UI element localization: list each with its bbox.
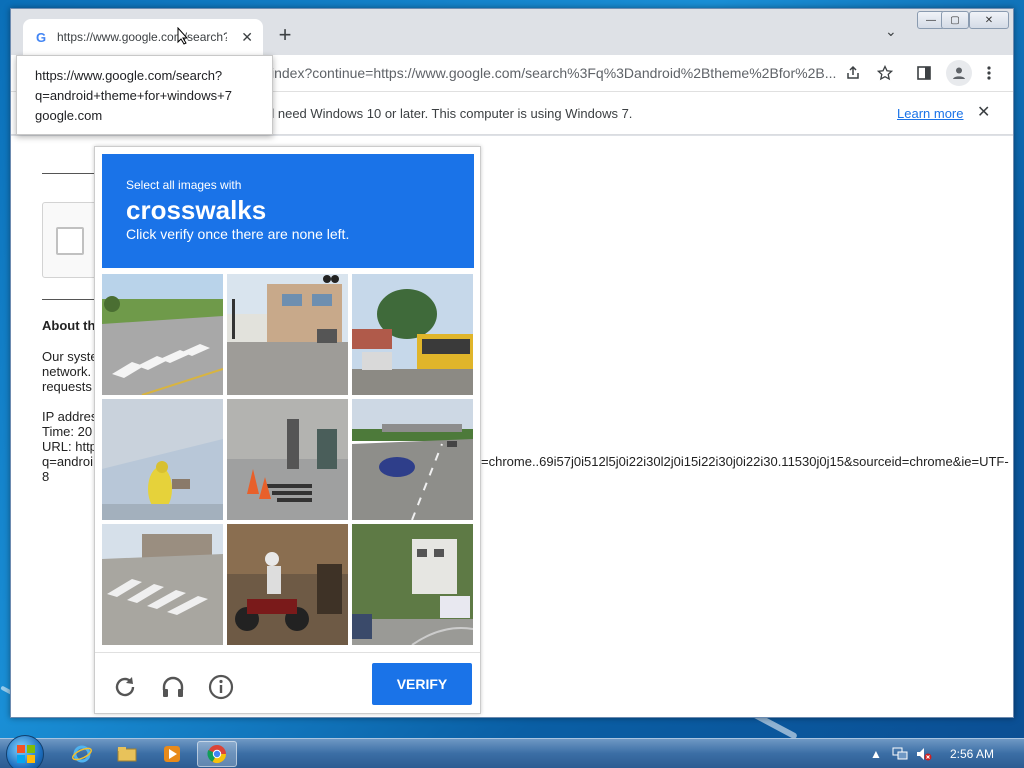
infobar-text: 'll need Windows 10 or later. This compu… [266,106,633,121]
tab-search-icon[interactable]: ⌄ [885,23,897,40]
url-end-text: 8 [42,469,50,484]
recaptcha-checkbox-widget [42,202,102,278]
mouse-cursor-icon [177,26,189,50]
address-bar[interactable]: index?continue=https://www.google.com/se… [271,59,841,87]
tab-strip: G https://www.google.com/search?q=androi… [11,9,1013,55]
sidepanel-icon[interactable] [914,63,934,83]
divider [42,173,94,174]
divider [42,299,94,300]
learn-more-link[interactable]: Learn more [897,106,963,121]
taskbar-clock[interactable]: 2:56 AM [950,747,994,761]
challenge-instruction: Select all images with [126,178,242,192]
challenge-subinstruction: Click verify once there are none left. [126,226,350,242]
explorer-icon[interactable] [107,741,147,767]
image-tile-8[interactable] [227,524,348,645]
image-tile-2[interactable] [227,274,348,395]
about-heading: About th [42,318,96,333]
close-window-button[interactable]: ✕ [969,11,1009,29]
media-player-icon[interactable] [152,741,192,767]
star-icon[interactable] [875,63,895,83]
recaptcha-checkbox[interactable] [56,227,84,255]
tab-google-search[interactable]: G https://www.google.com/search?q=androi… [23,19,263,55]
image-tile-3[interactable] [352,274,473,395]
tray-expand-icon[interactable]: ▲ [868,746,884,762]
network-icon[interactable] [892,746,908,762]
chrome-icon[interactable] [197,741,237,767]
new-tab-button[interactable]: + [273,22,297,47]
url-text: URL: http [42,439,97,454]
page-text: requests [42,379,92,394]
ip-address-text: IP addres [42,409,98,424]
windows-logo-icon [17,745,35,763]
tooltip-url-line1: https://www.google.com/search? [35,68,223,83]
maximize-button[interactable]: ▢ [941,11,969,29]
time-text: Time: 20 [42,424,93,439]
menu-icon[interactable] [979,63,999,83]
share-icon[interactable] [843,63,863,83]
start-button[interactable] [6,735,44,768]
image-tile-4[interactable] [102,399,223,520]
image-tile-6[interactable] [352,399,473,520]
tab-hover-tooltip: https://www.google.com/search? q=android… [16,55,273,135]
reload-icon[interactable] [111,673,139,701]
verify-button[interactable]: VERIFY [372,663,472,705]
challenge-header: Select all images with crosswalks Click … [102,154,474,268]
page-text: network. [42,364,92,379]
taskbar: ▲ 2:56 AM [0,735,1024,768]
tab-title: https://www.google.com/search?q=android+… [57,30,227,44]
internet-explorer-icon[interactable] [62,741,102,767]
image-tile-1[interactable] [102,274,223,395]
audio-icon[interactable] [159,673,187,701]
image-tile-5[interactable] [227,399,348,520]
google-favicon-icon: G [35,29,47,45]
page-text: Our syste [42,349,98,364]
recaptcha-challenge: Select all images with crosswalks Click … [94,146,481,714]
challenge-footer: VERIFY [95,652,480,714]
browser-window: G https://www.google.com/search?q=androi… [10,8,1014,718]
tooltip-url-line2: q=android+theme+for+windows+7 [35,88,232,103]
volume-muted-icon[interactable] [916,746,932,762]
profile-icon[interactable] [946,60,972,86]
query-text: q=androi [42,454,93,469]
tab-close-icon[interactable]: ✕ [241,29,253,46]
info-icon[interactable] [207,673,235,701]
tooltip-domain: google.com [35,108,103,123]
infobar-close-icon[interactable]: ✕ [977,102,990,122]
image-tile-7[interactable] [102,524,223,645]
image-tile-9[interactable] [352,524,473,645]
challenge-target: crosswalks [126,195,267,225]
url-tail-text: =chrome..69i57j0i512l5j0i22i30l2j0i15i22… [481,454,1009,469]
image-grid [102,274,474,646]
